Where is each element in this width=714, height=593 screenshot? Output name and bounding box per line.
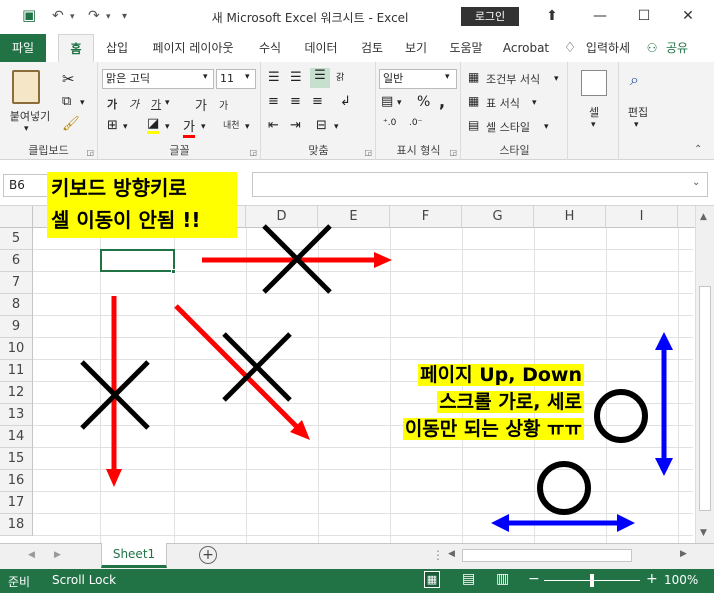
scroll-right-icon[interactable]: ▶	[680, 549, 687, 559]
blue-arrow-vertical	[655, 332, 673, 476]
black-circle-mark	[537, 461, 591, 515]
sheet-tab-bar: ◀ ▶ Sheet1 + ⋮ ◀ ▶	[0, 543, 714, 569]
scroll-up-icon[interactable]: ▲	[700, 212, 707, 222]
status-bar: 준비 Scroll Lock ▦ ▤ ▥ − + 100%	[0, 569, 714, 593]
sheet-tab-sheet1[interactable]: Sheet1	[101, 543, 167, 568]
callout-line: 이동만 되는 상황 ㅠㅠ	[402, 418, 584, 440]
zoom-level[interactable]: 100%	[664, 573, 698, 587]
annotation-overlay	[80, 224, 673, 532]
zoom-out-button[interactable]: −	[528, 571, 540, 587]
vertical-scrollbar[interactable]: ▲ ▼	[695, 206, 714, 543]
zoom-slider-thumb[interactable]	[590, 574, 594, 587]
scroll-left-icon[interactable]: ◀	[448, 549, 455, 559]
page-break-view-icon[interactable]: ▥	[496, 571, 509, 587]
callout-page-scroll: 페이지 Up, Down 스크롤 가로, 세로 이동만 되는 상황 ㅠㅠ	[342, 362, 588, 444]
prev-sheet-icon[interactable]: ◀	[28, 550, 35, 560]
callout-line: 셀 이동이 안됨 !!	[51, 208, 201, 232]
scroll-lock-status: Scroll Lock	[52, 573, 117, 587]
callout-line: 키보드 방향키로	[51, 176, 187, 200]
scroll-down-icon[interactable]: ▼	[700, 528, 707, 538]
callout-line: 페이지 Up, Down	[418, 364, 584, 386]
tab-split-handle-icon[interactable]: ⋮	[432, 548, 444, 562]
callout-keyboard-arrows: 키보드 방향키로 셀 이동이 안됨 !!	[47, 172, 237, 238]
red-arrow-diagonal	[174, 304, 310, 440]
normal-view-icon[interactable]: ▦	[424, 571, 440, 588]
ready-status: 준비	[8, 575, 31, 589]
vertical-scroll-thumb[interactable]	[699, 286, 711, 511]
blue-arrow-horizontal	[491, 514, 635, 532]
zoom-in-button[interactable]: +	[646, 571, 658, 587]
black-circle-mark	[594, 389, 648, 443]
horizontal-scrollbar[interactable]: ◀ ▶	[444, 548, 694, 564]
callout-line: 스크롤 가로, 세로	[437, 391, 584, 413]
page-layout-view-icon[interactable]: ▤	[462, 571, 475, 587]
next-sheet-icon[interactable]: ▶	[54, 550, 61, 560]
horizontal-scroll-thumb[interactable]	[462, 549, 632, 562]
new-sheet-button[interactable]: +	[199, 546, 217, 564]
